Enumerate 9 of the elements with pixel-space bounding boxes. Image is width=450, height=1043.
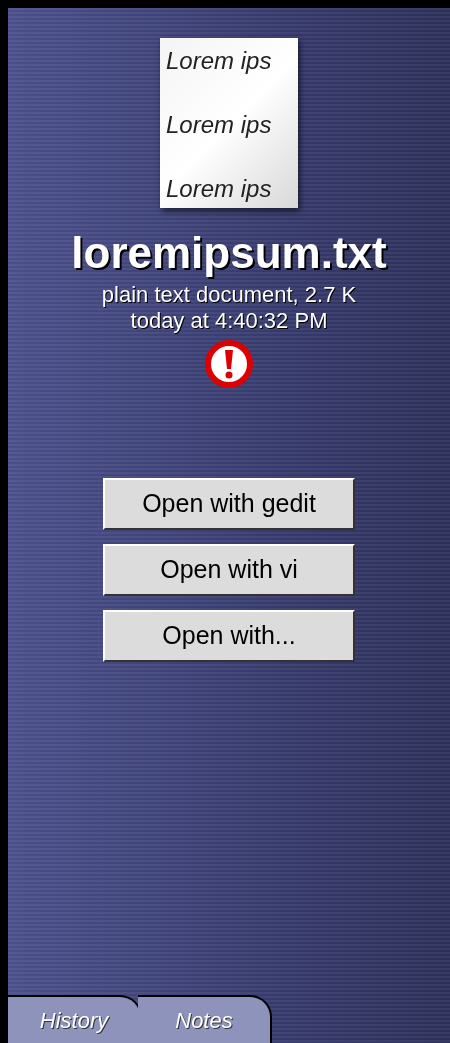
preview-text: Lorem ips: [166, 176, 273, 202]
modified-time: today at 4:40:32 PM: [130, 308, 328, 334]
file-name: loremipsum.txt: [71, 228, 387, 278]
preview-text: Lorem ips: [166, 48, 273, 74]
open-with-button[interactable]: Open with...: [103, 610, 355, 662]
preview-text: Lorem ips: [166, 112, 273, 138]
open-with-button[interactable]: Open with gedit: [103, 478, 355, 530]
file-description: plain text document, 2.7 K: [101, 282, 357, 308]
open-with-button[interactable]: Open with vi: [103, 544, 355, 596]
